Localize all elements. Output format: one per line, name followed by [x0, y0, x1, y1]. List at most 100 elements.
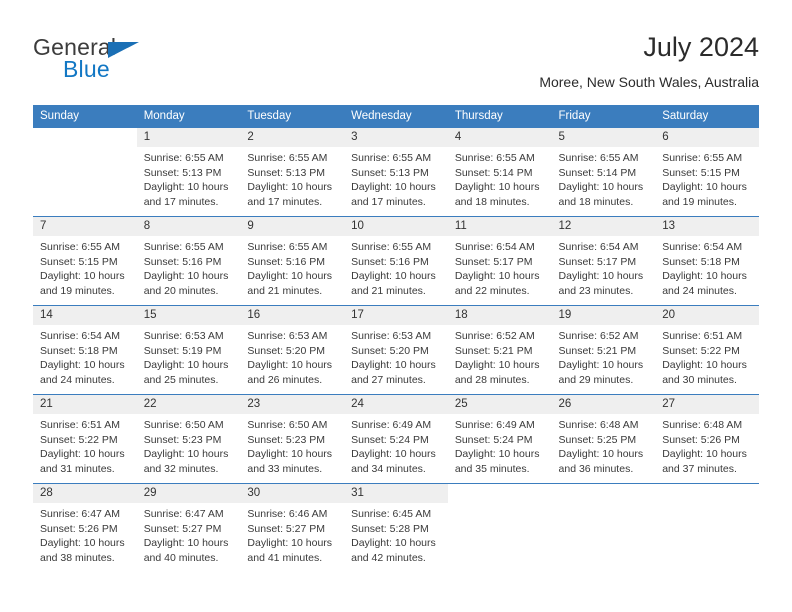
daylight-text: Daylight: 10 hours and 17 minutes.	[247, 181, 333, 208]
calendar-day-cell[interactable]: 15 Sunrise: 6:53 AM Sunset: 5:19 PM Dayligh…	[136, 305, 241, 395]
calendar-day-cell[interactable]: 31 Sunrise: 6:45 AM Sunset: 5:28 PM Dayligh…	[344, 483, 448, 573]
day-details: Sunrise: 6:55 AM Sunset: 5:13 PM Daylight:…	[240, 147, 344, 209]
day-details: Sunrise: 6:46 AM Sunset: 5:27 PM Daylight:…	[240, 503, 344, 565]
calendar-day-cell[interactable]: 25 Sunrise: 6:49 AM Sunset: 5:24 PM Dayligh…	[447, 394, 552, 484]
sunset-text: Sunset: 5:16 PM	[247, 255, 326, 268]
calendar-day-cell[interactable]: 19 Sunrise: 6:52 AM Sunset: 5:21 PM Dayligh…	[551, 305, 656, 395]
sunrise-text: Sunrise: 6:45 AM	[351, 508, 432, 520]
daylight-text: Daylight: 10 hours and 25 minutes.	[143, 359, 229, 386]
day-details: Sunrise: 6:49 AM Sunset: 5:24 PM Daylight:…	[448, 414, 552, 476]
brand-logo[interactable]: General Blue	[33, 34, 253, 96]
weekday-header-sunday: Sunday	[33, 105, 137, 128]
calendar-day-cell[interactable]: 29 Sunrise: 6:47 AM Sunset: 5:27 PM Dayligh…	[136, 483, 241, 573]
calendar-day-cell[interactable]: 20 Sunrise: 6:51 AM Sunset: 5:22 PM Dayligh…	[655, 305, 759, 395]
sunrise-text: Sunrise: 6:55 AM	[351, 152, 432, 164]
sunset-text: Sunset: 5:24 PM	[454, 433, 533, 446]
sunrise-text: Sunrise: 6:55 AM	[558, 152, 639, 164]
sunrise-text: Sunrise: 6:55 AM	[40, 241, 120, 253]
calendar-day-cell[interactable]: 10 Sunrise: 6:55 AM Sunset: 5:16 PM Dayligh…	[344, 216, 448, 306]
daylight-text: Daylight: 10 hours and 31 minutes.	[40, 448, 125, 475]
day-details: Sunrise: 6:51 AM Sunset: 5:22 PM Daylight:…	[33, 414, 137, 476]
calendar-day-cell[interactable]: 27 Sunrise: 6:48 AM Sunset: 5:26 PM Dayligh…	[655, 394, 759, 484]
calendar-day-cell[interactable]: 21 Sunrise: 6:51 AM Sunset: 5:22 PM Dayligh…	[33, 394, 137, 484]
weekday-header-friday: Friday	[551, 105, 656, 128]
sunset-text: Sunset: 5:26 PM	[40, 522, 118, 535]
day-number: 29	[136, 484, 241, 503]
daylight-text: Daylight: 10 hours and 22 minutes.	[454, 270, 540, 297]
calendar-day-cell[interactable]: 8 Sunrise: 6:55 AM Sunset: 5:16 PM Daylight…	[136, 216, 241, 306]
page-title: July 2024	[643, 32, 759, 62]
daylight-text: Daylight: 10 hours and 27 minutes.	[351, 359, 436, 386]
day-details: Sunrise: 6:47 AM Sunset: 5:27 PM Daylight:…	[137, 503, 241, 565]
day-number: 25	[447, 395, 552, 414]
calendar-cell-empty	[551, 483, 656, 573]
page-header: General Blue July 2024 Moree, New South …	[33, 30, 759, 100]
calendar-day-cell[interactable]: 2 Sunrise: 6:55 AM Sunset: 5:13 PM Daylight…	[240, 127, 345, 217]
calendar-day-cell[interactable]: 4 Sunrise: 6:55 AM Sunset: 5:14 PM Daylight…	[447, 127, 552, 217]
daylight-text: Daylight: 10 hours and 42 minutes.	[351, 537, 436, 564]
calendar-day-cell[interactable]: 23 Sunrise: 6:50 AM Sunset: 5:23 PM Dayligh…	[240, 394, 345, 484]
calendar-day-cell[interactable]: 7 Sunrise: 6:55 AM Sunset: 5:15 PM Daylight…	[33, 216, 137, 306]
sunset-text: Sunset: 5:23 PM	[247, 433, 326, 446]
sunrise-text: Sunrise: 6:55 AM	[143, 152, 224, 164]
day-details: Sunrise: 6:52 AM Sunset: 5:21 PM Daylight:…	[552, 325, 656, 387]
sunrise-text: Sunrise: 6:55 AM	[247, 241, 328, 253]
calendar-day-cell[interactable]: 3 Sunrise: 6:55 AM Sunset: 5:13 PM Daylight…	[344, 127, 448, 217]
sunset-text: Sunset: 5:23 PM	[143, 433, 222, 446]
calendar-day-cell[interactable]: 1 Sunrise: 6:55 AM Sunset: 5:13 PM Daylight…	[136, 127, 241, 217]
calendar-day-cell[interactable]: 14 Sunrise: 6:54 AM Sunset: 5:18 PM Dayligh…	[33, 305, 137, 395]
sunrise-text: Sunrise: 6:50 AM	[247, 419, 328, 431]
sunset-text: Sunset: 5:16 PM	[143, 255, 222, 268]
daylight-text: Daylight: 10 hours and 21 minutes.	[351, 270, 436, 297]
calendar-day-cell[interactable]: 11 Sunrise: 6:54 AM Sunset: 5:17 PM Dayligh…	[447, 216, 552, 306]
calendar-day-cell[interactable]: 9 Sunrise: 6:55 AM Sunset: 5:16 PM Daylight…	[240, 216, 345, 306]
sunrise-text: Sunrise: 6:48 AM	[662, 419, 743, 431]
location-subtitle: Moree, New South Wales, Australia	[539, 74, 759, 90]
calendar-day-cell[interactable]: 13 Sunrise: 6:54 AM Sunset: 5:18 PM Dayligh…	[655, 216, 759, 306]
daylight-text: Daylight: 10 hours and 26 minutes.	[247, 359, 333, 386]
sunset-text: Sunset: 5:22 PM	[40, 433, 118, 446]
daylight-text: Daylight: 10 hours and 37 minutes.	[662, 448, 747, 475]
calendar-day-cell[interactable]: 5 Sunrise: 6:55 AM Sunset: 5:14 PM Daylight…	[551, 127, 656, 217]
calendar-day-cell[interactable]: 16 Sunrise: 6:53 AM Sunset: 5:20 PM Dayligh…	[240, 305, 345, 395]
calendar-day-cell[interactable]: 24 Sunrise: 6:49 AM Sunset: 5:24 PM Dayligh…	[344, 394, 448, 484]
day-number: 9	[240, 217, 345, 236]
day-number: 1	[136, 128, 241, 147]
calendar-day-cell[interactable]: 30 Sunrise: 6:46 AM Sunset: 5:27 PM Dayligh…	[240, 483, 345, 573]
calendar-page: General Blue July 2024 Moree, New South …	[0, 0, 792, 612]
day-number: 27	[655, 395, 759, 414]
daylight-text: Daylight: 10 hours and 18 minutes.	[558, 181, 644, 208]
daylight-text: Daylight: 10 hours and 41 minutes.	[247, 537, 333, 564]
day-number: 15	[136, 306, 241, 325]
daylight-text: Daylight: 10 hours and 23 minutes.	[558, 270, 644, 297]
calendar-day-cell[interactable]: 26 Sunrise: 6:48 AM Sunset: 5:25 PM Dayligh…	[551, 394, 656, 484]
day-details: Sunrise: 6:54 AM Sunset: 5:17 PM Daylight:…	[448, 236, 552, 298]
sunset-text: Sunset: 5:15 PM	[40, 255, 118, 268]
day-number: 7	[33, 217, 137, 236]
calendar-header-row: Sunday Monday Tuesday Wednesday Thursday…	[33, 105, 759, 128]
sunrise-text: Sunrise: 6:54 AM	[454, 241, 535, 253]
day-number: 23	[240, 395, 345, 414]
calendar-day-cell[interactable]: 18 Sunrise: 6:52 AM Sunset: 5:21 PM Dayligh…	[447, 305, 552, 395]
day-number: 16	[240, 306, 345, 325]
calendar-day-cell[interactable]: 6 Sunrise: 6:55 AM Sunset: 5:15 PM Daylight…	[655, 127, 759, 217]
daylight-text: Daylight: 10 hours and 33 minutes.	[247, 448, 333, 475]
calendar-week-row: 14 Sunrise: 6:54 AM Sunset: 5:18 PM Dayligh…	[33, 305, 759, 395]
sunset-text: Sunset: 5:16 PM	[351, 255, 429, 268]
day-number: 8	[136, 217, 241, 236]
sunset-text: Sunset: 5:24 PM	[351, 433, 429, 446]
sunset-text: Sunset: 5:25 PM	[558, 433, 637, 446]
calendar-day-cell[interactable]: 12 Sunrise: 6:54 AM Sunset: 5:17 PM Dayligh…	[551, 216, 656, 306]
calendar-day-cell[interactable]: 28 Sunrise: 6:47 AM Sunset: 5:26 PM Dayligh…	[33, 483, 137, 573]
sunrise-text: Sunrise: 6:48 AM	[558, 419, 639, 431]
calendar-day-cell[interactable]: 17 Sunrise: 6:53 AM Sunset: 5:20 PM Dayligh…	[344, 305, 448, 395]
calendar-day-cell[interactable]: 22 Sunrise: 6:50 AM Sunset: 5:23 PM Dayligh…	[136, 394, 241, 484]
day-number: 14	[33, 306, 137, 325]
sunrise-text: Sunrise: 6:55 AM	[247, 152, 328, 164]
day-details: Sunrise: 6:55 AM Sunset: 5:14 PM Daylight:…	[448, 147, 552, 209]
weekday-header-monday: Monday	[136, 105, 241, 128]
day-number: 10	[344, 217, 448, 236]
title-block: July 2024 Moree, New South Wales, Austra…	[539, 30, 759, 92]
sunrise-text: Sunrise: 6:47 AM	[40, 508, 120, 520]
day-number: 28	[33, 484, 137, 503]
